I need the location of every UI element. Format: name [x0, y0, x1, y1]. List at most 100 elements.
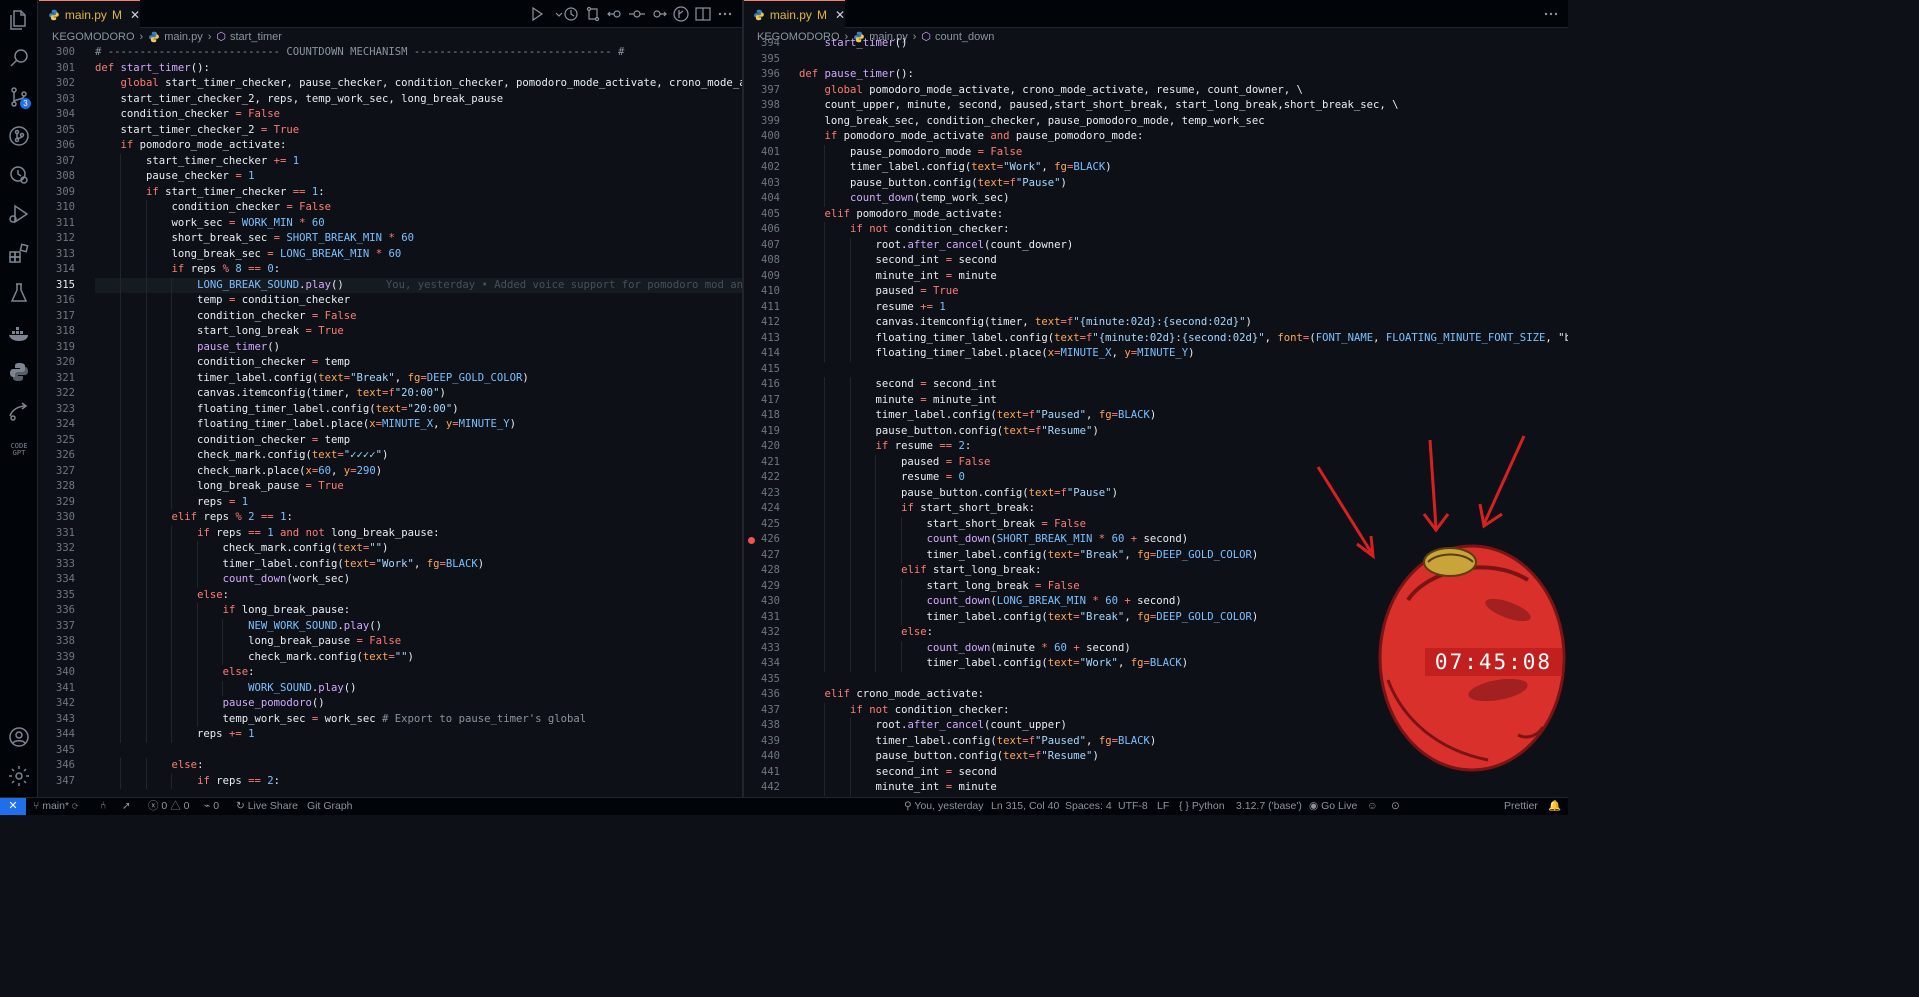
- code-line[interactable]: minute = minute_int: [799, 393, 997, 409]
- copilot-icon[interactable]: ☺: [1367, 798, 1378, 815]
- code-line[interactable]: timer_label.config(text="Work", fg=BLACK…: [799, 656, 1189, 672]
- code-line[interactable]: if start_short_break:: [799, 501, 1035, 517]
- line-number[interactable]: 430: [744, 594, 780, 610]
- line-number[interactable]: 399: [744, 114, 780, 130]
- line-number[interactable]: 312: [39, 231, 75, 247]
- code-line[interactable]: count_down(minute * 60 + second): [799, 641, 1131, 657]
- line-number[interactable]: 398: [744, 98, 780, 114]
- code-line[interactable]: minute_int = minute: [799, 269, 997, 285]
- codegpt-icon[interactable]: CODE GPT: [7, 439, 31, 463]
- code-line[interactable]: start_timer_checker_2, reps, temp_work_s…: [95, 92, 504, 108]
- line-number[interactable]: 319: [39, 340, 75, 356]
- line-number[interactable]: 311: [39, 216, 75, 232]
- ports-status[interactable]: ⌁ 0: [204, 798, 219, 815]
- close-icon[interactable]: ✕: [130, 8, 140, 22]
- code-line[interactable]: long_break_pause = False: [95, 634, 401, 650]
- problems-status[interactable]: ⓧ 0 △ 0: [148, 798, 189, 815]
- line-number[interactable]: 320: [39, 355, 75, 371]
- code-line[interactable]: timer_label.config(text=f"Paused", fg=BL…: [799, 408, 1157, 424]
- line-number[interactable]: 347: [39, 774, 75, 790]
- line-number[interactable]: 412: [744, 315, 780, 331]
- code-editor-left[interactable]: 300 # --------------------------- COUNTDO…: [39, 45, 742, 797]
- split-editor-icon[interactable]: [694, 5, 712, 23]
- code-line[interactable]: check_mark.config(text=""): [95, 541, 389, 557]
- git-graph-status-icon[interactable]: ⊙: [1391, 798, 1400, 815]
- line-number[interactable]: 323: [39, 402, 75, 418]
- line-number[interactable]: 332: [39, 541, 75, 557]
- code-line[interactable]: condition_checker = temp: [95, 355, 350, 371]
- line-number[interactable]: 438: [744, 718, 780, 734]
- commit-icon[interactable]: [628, 5, 646, 23]
- line-number[interactable]: 336: [39, 603, 75, 619]
- breakpoint-icon[interactable]: [748, 536, 755, 544]
- line-number[interactable]: 422: [744, 470, 780, 486]
- line-number[interactable]: 442: [744, 780, 780, 796]
- line-number[interactable]: 405: [744, 207, 780, 223]
- code-line[interactable]: floating_timer_label.place(x=MINUTE_X, y…: [799, 346, 1195, 362]
- line-number[interactable]: 396: [744, 67, 780, 83]
- line-number[interactable]: 346: [39, 758, 75, 774]
- code-line[interactable]: check_mark.config(text=""): [95, 650, 414, 666]
- line-number[interactable]: 404: [744, 191, 780, 207]
- line-number[interactable]: 306: [39, 138, 75, 154]
- code-line[interactable]: check_mark.config(text="✓✓✓✓"): [95, 448, 388, 464]
- code-line[interactable]: condition_checker = temp: [95, 433, 350, 449]
- code-line[interactable]: condition_checker = False: [95, 309, 356, 325]
- code-line[interactable]: elif crono_mode_activate:: [799, 687, 984, 703]
- line-number[interactable]: 411: [744, 300, 780, 316]
- code-line[interactable]: start_short_break = False: [799, 517, 1087, 533]
- python-icon[interactable]: [7, 360, 31, 384]
- code-line[interactable]: else:: [95, 588, 229, 604]
- code-line[interactable]: start_long_break = True: [95, 324, 344, 340]
- docker-icon[interactable]: [7, 321, 31, 345]
- code-line[interactable]: NEW_WORK_SOUND.play(): [95, 619, 382, 635]
- code-line[interactable]: pause_button.config(text=f"Resume"): [799, 424, 1099, 440]
- line-number[interactable]: 335: [39, 588, 75, 604]
- line-number[interactable]: 421: [744, 455, 780, 471]
- line-number[interactable]: 406: [744, 222, 780, 238]
- code-line[interactable]: condition_checker = False: [95, 107, 281, 123]
- code-line[interactable]: count_down(SHORT_BREAK_MIN * 60 + second…: [799, 532, 1189, 548]
- line-number[interactable]: 342: [39, 696, 75, 712]
- line-number[interactable]: 328: [39, 479, 75, 495]
- line-number[interactable]: 410: [744, 284, 780, 300]
- code-line[interactable]: else:: [95, 665, 255, 681]
- code-line[interactable]: long_break_pause = True: [95, 479, 344, 495]
- line-number[interactable]: 400: [744, 129, 780, 145]
- line-number[interactable]: 339: [39, 650, 75, 666]
- line-number[interactable]: 310: [39, 200, 75, 216]
- code-line[interactable]: start_timer(): [799, 36, 908, 52]
- code-line[interactable]: timer_label.config(text="Break", fg=DEEP…: [95, 371, 529, 387]
- explorer-icon[interactable]: [7, 8, 31, 32]
- code-line[interactable]: timer_label.config(text="Break", fg=DEEP…: [799, 610, 1259, 626]
- breadcrumb-project[interactable]: KEGOMODORO: [52, 31, 135, 43]
- breadcrumb-symbol[interactable]: start_timer: [230, 31, 282, 43]
- line-number[interactable]: 317: [39, 309, 75, 325]
- code-line[interactable]: def pause_timer():: [799, 67, 914, 83]
- line-number[interactable]: 307: [39, 154, 75, 170]
- line-number[interactable]: 330: [39, 510, 75, 526]
- line-number[interactable]: 329: [39, 495, 75, 511]
- code-line[interactable]: pause_button.config(text=f"Resume"): [799, 749, 1099, 765]
- code-line[interactable]: timer_label.config(text="Work", fg=BLACK…: [799, 160, 1112, 176]
- code-line[interactable]: start_timer_checker += 1: [95, 154, 299, 170]
- code-line[interactable]: short_break_sec = SHORT_BREAK_MIN * 60: [95, 231, 414, 247]
- code-line[interactable]: if reps == 2:: [95, 774, 280, 790]
- code-line[interactable]: if pomodoro_mode_activate:: [95, 138, 287, 154]
- code-line[interactable]: work_sec = WORK_MIN * 60: [95, 216, 325, 232]
- code-line[interactable]: start_long_break = False: [799, 579, 1080, 595]
- line-ending[interactable]: LF: [1157, 798, 1169, 815]
- code-line[interactable]: paused = False: [799, 455, 990, 471]
- timeline-icon[interactable]: [7, 163, 31, 187]
- code-line[interactable]: if start_timer_checker == 1:: [95, 185, 325, 201]
- remote-indicator-icon[interactable]: ✕: [0, 798, 26, 815]
- line-number[interactable]: 433: [744, 641, 780, 657]
- line-number[interactable]: 345: [39, 743, 75, 759]
- line-number[interactable]: 316: [39, 293, 75, 309]
- line-number[interactable]: 313: [39, 247, 75, 263]
- line-number[interactable]: 423: [744, 486, 780, 502]
- code-line[interactable]: LONG_BREAK_SOUND.play(): [95, 278, 344, 294]
- line-number[interactable]: 439: [744, 734, 780, 750]
- line-number[interactable]: 437: [744, 703, 780, 719]
- code-line[interactable]: WORK_SOUND.play(): [95, 681, 356, 697]
